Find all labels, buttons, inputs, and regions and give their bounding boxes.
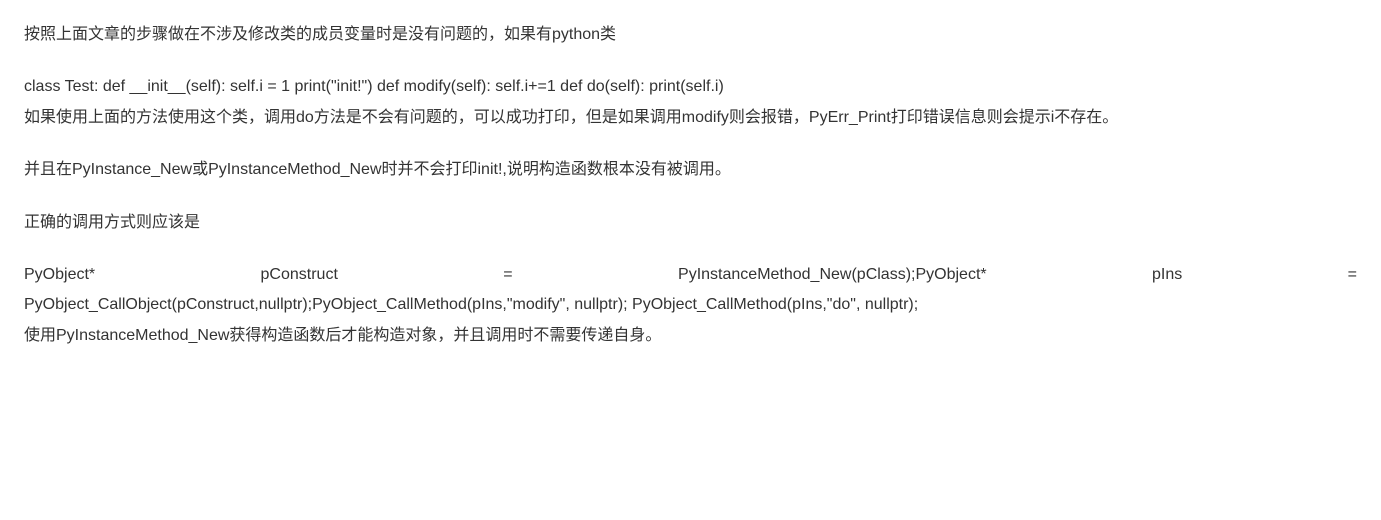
paragraph-correct-way: 正确的调用方式则应该是 <box>24 208 1357 238</box>
code-line: class Test: def __init__(self): self.i =… <box>24 78 724 95</box>
code-line-2: PyObject_CallObject(pConstruct,nullptr);… <box>24 290 1357 320</box>
explain-line: 如果使用上面的方法使用这个类，调用do方法是不会有问题的，可以成功打印，但是如果… <box>24 109 1118 126</box>
paragraph-code-block: PyObject* pConstruct = PyInstanceMethod_… <box>24 260 1357 351</box>
paragraph-intro: 按照上面文章的步骤做在不涉及修改类的成员变量时是没有问题的，如果有python类 <box>24 20 1357 50</box>
code-line-3: 使用PyInstanceMethod_New获得构造函数后才能构造对象，并且调用… <box>24 321 1357 351</box>
code-line-1: PyObject* pConstruct = PyInstanceMethod_… <box>24 260 1357 290</box>
paragraph-code-and-explain: class Test: def __init__(self): self.i =… <box>24 72 1357 133</box>
paragraph-init-note: 并且在PyInstance_New或PyInstanceMethod_New时并… <box>24 155 1357 185</box>
